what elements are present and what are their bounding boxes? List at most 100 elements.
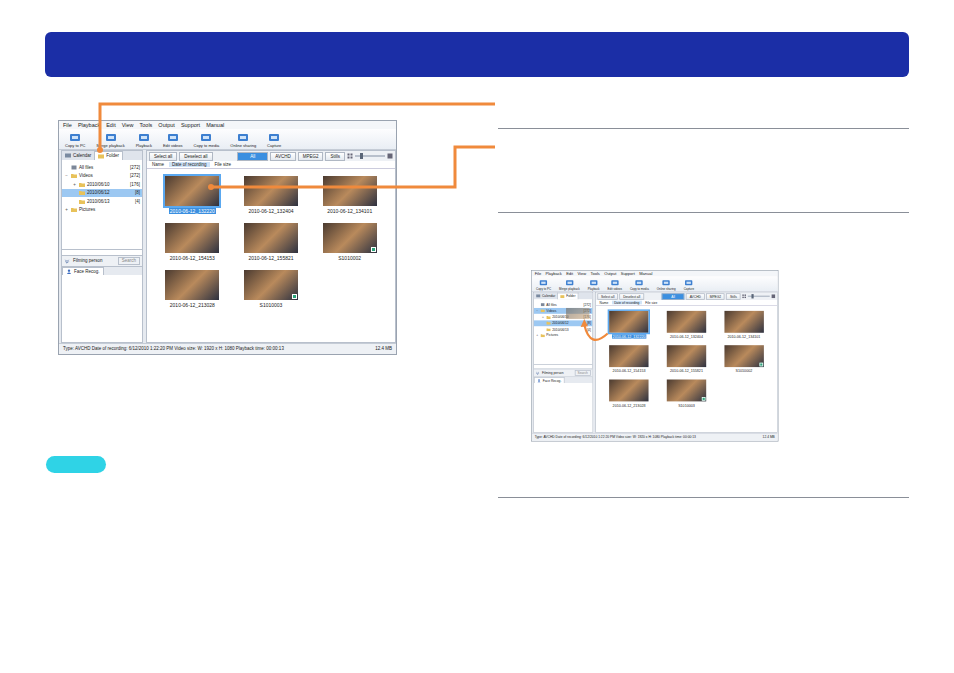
grid-view-icon[interactable] bbox=[347, 153, 353, 159]
toolbar-button[interactable]: Copy to PC bbox=[536, 279, 551, 290]
menu-item[interactable]: Edit bbox=[106, 122, 115, 129]
toolbar-button[interactable]: Online sharing bbox=[657, 279, 676, 290]
zoom-slider[interactable] bbox=[748, 296, 770, 297]
select-button[interactable]: Select all bbox=[149, 152, 177, 161]
zoom-slider[interactable] bbox=[355, 155, 385, 157]
tree-item[interactable]: +2010/06/10[176] bbox=[62, 180, 142, 189]
tree-item[interactable]: 2010/06/12[8] bbox=[62, 189, 142, 198]
filter-button[interactable]: MPEG2 bbox=[706, 293, 725, 300]
tree-item[interactable]: 2010/06/13[4] bbox=[534, 326, 592, 332]
expand-toggle[interactable]: + bbox=[72, 182, 77, 187]
toolbar-button[interactable]: Edit videos bbox=[608, 279, 622, 290]
toolbar-button[interactable]: Online sharing bbox=[230, 133, 256, 148]
thumbnail[interactable]: S1010003 bbox=[232, 270, 311, 308]
thumbnail[interactable]: 2010-06-12_155821 bbox=[658, 345, 715, 373]
screenshot: File Playback Edit View Tools Output Support Ma… bbox=[531, 270, 778, 442]
filter-button[interactable]: MPEG2 bbox=[298, 152, 324, 161]
thumbnail[interactable]: 2010-06-12_134101 bbox=[310, 176, 389, 214]
tool-icon bbox=[589, 279, 598, 286]
expand-toggle[interactable]: + bbox=[541, 315, 545, 319]
toolbar-button[interactable]: Copy to PC bbox=[65, 133, 85, 148]
expand-toggle[interactable]: − bbox=[64, 173, 69, 178]
large-view-icon[interactable] bbox=[387, 153, 393, 159]
tree-item[interactable]: +Pictures bbox=[534, 332, 592, 338]
menu-item[interactable]: View bbox=[122, 122, 134, 129]
tree-item[interactable]: All files[272] bbox=[62, 163, 142, 172]
filter-button[interactable]: AVCHD bbox=[270, 152, 295, 161]
expand-toggle[interactable]: + bbox=[64, 207, 69, 212]
thumbnail[interactable]: S1010002 bbox=[310, 223, 389, 261]
sort-button[interactable]: File size bbox=[643, 301, 659, 305]
pane-tab[interactable]: Folder bbox=[94, 151, 123, 160]
thumbnail[interactable]: 2010-06-12_155821 bbox=[232, 223, 311, 261]
menu-item[interactable]: File bbox=[63, 122, 72, 129]
menu-item[interactable]: Tools bbox=[591, 271, 600, 276]
search-button[interactable]: Search bbox=[118, 257, 140, 264]
menu-item[interactable]: Output bbox=[158, 122, 175, 129]
filter-button[interactable]: All bbox=[237, 152, 268, 161]
tab-icon bbox=[536, 294, 540, 298]
select-button[interactable]: Deselect all bbox=[179, 152, 212, 161]
select-button[interactable]: Deselect all bbox=[620, 293, 644, 300]
menu-item[interactable]: Manual bbox=[639, 271, 652, 276]
divider bbox=[498, 128, 909, 129]
toolbar-button[interactable]: Playback bbox=[136, 133, 152, 148]
menu-item[interactable]: Manual bbox=[206, 122, 224, 129]
search-button[interactable]: Search bbox=[575, 370, 591, 375]
thumbnail[interactable]: 2010-06-12_134101 bbox=[715, 311, 772, 339]
tree-item[interactable]: 2010/06/13[4] bbox=[62, 197, 142, 206]
tree-item[interactable]: −Videos[272] bbox=[62, 172, 142, 181]
thumbnail[interactable]: 2010-06-12_213028 bbox=[600, 380, 657, 408]
toolbar-button[interactable]: Copy to media bbox=[194, 133, 220, 148]
menu-item[interactable]: Support bbox=[181, 122, 200, 129]
toolbar-button[interactable]: Playback bbox=[588, 279, 600, 290]
menu-item[interactable]: File bbox=[535, 271, 541, 276]
toolbar-button[interactable]: Merge playback bbox=[96, 133, 124, 148]
pane-tab[interactable]: Calendar bbox=[62, 151, 94, 160]
menu-item[interactable]: Tools bbox=[140, 122, 153, 129]
toolbar-button[interactable]: Edit videos bbox=[163, 133, 183, 148]
sort-button[interactable]: Date of recording bbox=[612, 301, 642, 305]
filter-button[interactable]: All bbox=[662, 293, 685, 300]
folder-icon bbox=[79, 182, 85, 187]
menu-item[interactable]: Playback bbox=[546, 271, 562, 276]
expand-toggle[interactable]: − bbox=[535, 309, 539, 313]
face-recog-tab[interactable]: Face Recog. bbox=[62, 267, 104, 275]
select-button[interactable]: Select all bbox=[597, 293, 618, 300]
toolbar-button[interactable]: Capture bbox=[267, 133, 281, 148]
toolbar-button[interactable]: Merge playback bbox=[559, 279, 580, 290]
thumbnail[interactable]: 2010-06-12_132220 bbox=[153, 176, 232, 214]
menu-item[interactable]: View bbox=[577, 271, 586, 276]
menu-item[interactable]: Playback bbox=[78, 122, 100, 129]
filter-button[interactable]: Stills bbox=[726, 293, 740, 300]
thumbnail[interactable]: S1010002 bbox=[715, 345, 772, 373]
large-view-icon[interactable] bbox=[771, 294, 775, 298]
collapse-icon[interactable] bbox=[64, 259, 70, 264]
thumbnail[interactable]: 2010-06-12_132404 bbox=[658, 311, 715, 339]
tree-item[interactable]: 2010/06/12[8] bbox=[534, 320, 592, 326]
photo bbox=[667, 311, 706, 333]
thumbnail[interactable]: S1010003 bbox=[658, 380, 715, 408]
menu-item[interactable]: Output bbox=[604, 271, 616, 276]
grid-view-icon[interactable] bbox=[742, 294, 746, 298]
toolbar-button[interactable]: Capture bbox=[684, 279, 694, 290]
menu-item[interactable]: Support bbox=[621, 271, 635, 276]
sort-button[interactable]: Date of recording bbox=[169, 162, 210, 167]
thumbnail[interactable]: 2010-06-12_132404 bbox=[232, 176, 311, 214]
collapse-icon[interactable] bbox=[535, 371, 539, 375]
thumbnail[interactable]: 2010-06-12_154153 bbox=[153, 223, 232, 261]
filter-button[interactable]: AVCHD bbox=[686, 293, 705, 300]
photo bbox=[724, 345, 763, 367]
filter-button[interactable]: Stills bbox=[325, 152, 345, 161]
thumbnail[interactable]: 2010-06-12_132220 bbox=[600, 311, 657, 339]
sort-button[interactable]: Name bbox=[149, 162, 167, 167]
thumbnail[interactable]: 2010-06-12_213028 bbox=[153, 270, 232, 308]
sort-button[interactable]: Name bbox=[597, 301, 610, 305]
tree-item[interactable]: +Pictures bbox=[62, 206, 142, 215]
toolbar-button[interactable]: Copy to media bbox=[630, 279, 649, 290]
file-pane: Select allDeselect all AllAVCHDMPEG2Still… bbox=[146, 150, 396, 343]
menu-item[interactable]: Edit bbox=[566, 271, 573, 276]
sort-button[interactable]: File size bbox=[212, 162, 235, 167]
expand-toggle[interactable]: + bbox=[535, 334, 539, 338]
thumbnail[interactable]: 2010-06-12_154153 bbox=[600, 345, 657, 373]
